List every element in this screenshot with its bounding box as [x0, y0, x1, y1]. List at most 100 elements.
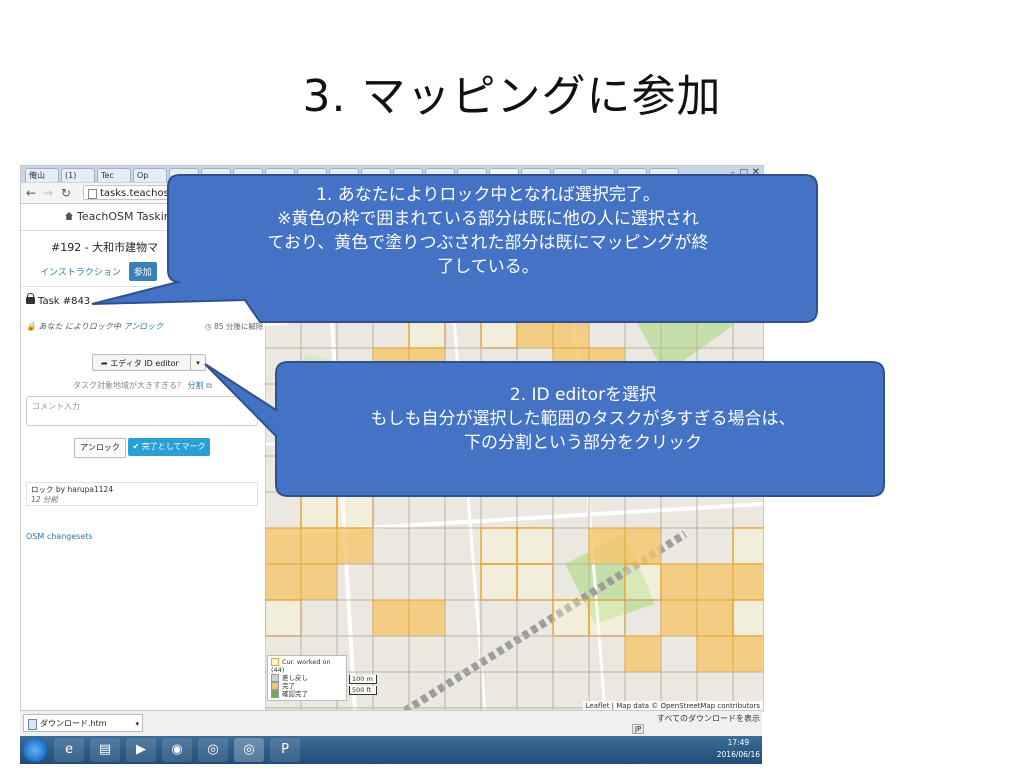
- task-cell-done[interactable]: [516, 311, 554, 349]
- task-cell-locked[interactable]: [265, 599, 302, 637]
- browser-tab[interactable]: [393, 168, 423, 182]
- minimize-icon[interactable]: –: [731, 168, 736, 178]
- back-icon[interactable]: ←: [26, 185, 36, 201]
- task-cell-locked[interactable]: [732, 599, 763, 637]
- mark-done-button[interactable]: ✔ 完了としてマーク: [128, 438, 210, 456]
- task-map[interactable]: Cur. worked on (44) 差し戻し 完了 確認完了 100 m 5…: [265, 204, 763, 711]
- task-cell-locked[interactable]: [516, 527, 554, 565]
- task-cell-done[interactable]: [265, 527, 302, 565]
- task-cell-done[interactable]: [408, 347, 446, 385]
- editor-button[interactable]: ➦ エディタ ID editor ▾: [92, 354, 206, 371]
- browser-tab[interactable]: [425, 168, 455, 182]
- chrome-icon[interactable]: ◎: [198, 738, 228, 762]
- task-cell-done[interactable]: [624, 527, 662, 565]
- tab-contribute[interactable]: 参加: [128, 262, 157, 281]
- task-cell-locked[interactable]: [480, 311, 518, 349]
- media-player-icon[interactable]: ▶: [126, 738, 156, 762]
- task-cell-locked[interactable]: [336, 491, 374, 529]
- comment-input[interactable]: コメント入力: [26, 396, 258, 426]
- close-icon[interactable]: ✕: [752, 167, 760, 178]
- task-cell-done[interactable]: [588, 527, 626, 565]
- osm-changesets-link[interactable]: OSM changesets: [26, 532, 93, 541]
- browser-tab[interactable]: [617, 168, 647, 182]
- task-cell-done[interactable]: [696, 599, 734, 637]
- task-cell-done[interactable]: [732, 563, 763, 601]
- browser-tab-active[interactable]: [489, 168, 519, 182]
- browser-tab[interactable]: [265, 168, 295, 182]
- unlock-link[interactable]: アンロック: [123, 322, 163, 331]
- browser-tab[interactable]: [521, 168, 551, 182]
- split-question: タスク対象地域が大きすぎる？: [73, 381, 185, 390]
- chevron-down-icon[interactable]: ▾: [135, 715, 139, 733]
- task-cell-done[interactable]: [336, 527, 374, 565]
- browser-tab[interactable]: [553, 168, 583, 182]
- reload-icon[interactable]: ↻: [61, 185, 71, 201]
- task-cell-locked[interactable]: [300, 491, 338, 529]
- task-cell-done[interactable]: [265, 563, 302, 601]
- map-canvas[interactable]: [265, 204, 763, 711]
- task-cell-done[interactable]: [732, 635, 763, 673]
- forward-icon[interactable]: →: [43, 185, 53, 201]
- task-cell-locked[interactable]: [480, 563, 518, 601]
- download-filename: ダウンロード.htm: [40, 719, 107, 728]
- browser-tab[interactable]: [297, 168, 327, 182]
- ime-indicator[interactable]: JP: [632, 724, 645, 734]
- task-cell-locked[interactable]: [732, 527, 763, 565]
- task-cell-done[interactable]: [696, 563, 734, 601]
- task-cell-locked[interactable]: [480, 527, 518, 565]
- task-cell-locked[interactable]: [624, 563, 662, 601]
- task-cell-done[interactable]: [552, 311, 590, 349]
- task-cell-done[interactable]: [408, 599, 446, 637]
- browser-tab[interactable]: [233, 168, 263, 182]
- task-cell-done[interactable]: [300, 527, 338, 565]
- task-cell-done[interactable]: [696, 635, 734, 673]
- tab-instructions[interactable]: インストラクション: [35, 262, 126, 281]
- callout-line: ており、黄色で塗りつぶされた部分は既にマッピングが終: [267, 233, 709, 253]
- browser-tab[interactable]: [585, 168, 615, 182]
- system-clock[interactable]: 17:49 2016/06/16: [717, 737, 760, 761]
- start-button[interactable]: [23, 738, 47, 762]
- task-cell-locked[interactable]: [516, 563, 554, 601]
- browser-tab[interactable]: Tec: [97, 168, 131, 182]
- explorer-icon[interactable]: ▤: [90, 738, 120, 762]
- split-link[interactable]: 分割: [188, 381, 204, 390]
- ie-icon[interactable]: e: [54, 738, 84, 762]
- task-cell-done[interactable]: [372, 347, 410, 385]
- task-cell-done[interactable]: [588, 347, 626, 385]
- history-user: ロック by harupa1124: [31, 485, 114, 494]
- callout-line: もしも自分が選択した範囲のタスクが多すぎる場合は、: [370, 409, 796, 429]
- history-item: ロック by harupa1124 12 分前: [26, 482, 258, 506]
- task-cell-locked[interactable]: [408, 311, 446, 349]
- task-cell-done[interactable]: [660, 563, 698, 601]
- browser-tab[interactable]: 俺山: [25, 168, 59, 182]
- browser-tab[interactable]: [649, 168, 679, 182]
- download-item[interactable]: ダウンロード.htm ▾: [23, 714, 143, 732]
- task-cell-done[interactable]: [624, 635, 662, 673]
- firefox-icon[interactable]: ◉: [162, 738, 192, 762]
- split-hint: タスク対象地域が大きすぎる？ 分割 ⧉: [73, 380, 212, 391]
- task-cell-locked[interactable]: [588, 599, 626, 637]
- browser-tab[interactable]: [169, 168, 199, 182]
- browser-tab[interactable]: [457, 168, 487, 182]
- scale-metric: 100 m: [349, 675, 377, 684]
- task-cell-done[interactable]: [300, 563, 338, 601]
- browser-tab[interactable]: (1): [61, 168, 95, 182]
- browser-tab[interactable]: [329, 168, 359, 182]
- unlock-button[interactable]: アンロック: [74, 438, 126, 458]
- show-all-downloads[interactable]: すべてのダウンロードを表示: [657, 713, 760, 724]
- task-cell-done[interactable]: [660, 599, 698, 637]
- task-cell-done[interactable]: [552, 347, 590, 385]
- browser-tab[interactable]: Op: [133, 168, 167, 182]
- browser-tab[interactable]: [361, 168, 391, 182]
- split-icon: ⧉: [206, 381, 212, 390]
- chrome-active-icon[interactable]: ◎: [234, 738, 264, 762]
- task-cell-locked[interactable]: [552, 599, 590, 637]
- powerpoint-icon[interactable]: P: [270, 738, 300, 762]
- maximize-icon[interactable]: □: [739, 168, 748, 178]
- home-icon[interactable]: [65, 212, 73, 220]
- task-cell-done[interactable]: [372, 599, 410, 637]
- page-icon: [88, 189, 97, 199]
- chevron-down-icon[interactable]: ▾: [190, 355, 205, 370]
- site-title[interactable]: TeachOSM Tasking: [77, 210, 178, 223]
- browser-tab[interactable]: [201, 168, 231, 182]
